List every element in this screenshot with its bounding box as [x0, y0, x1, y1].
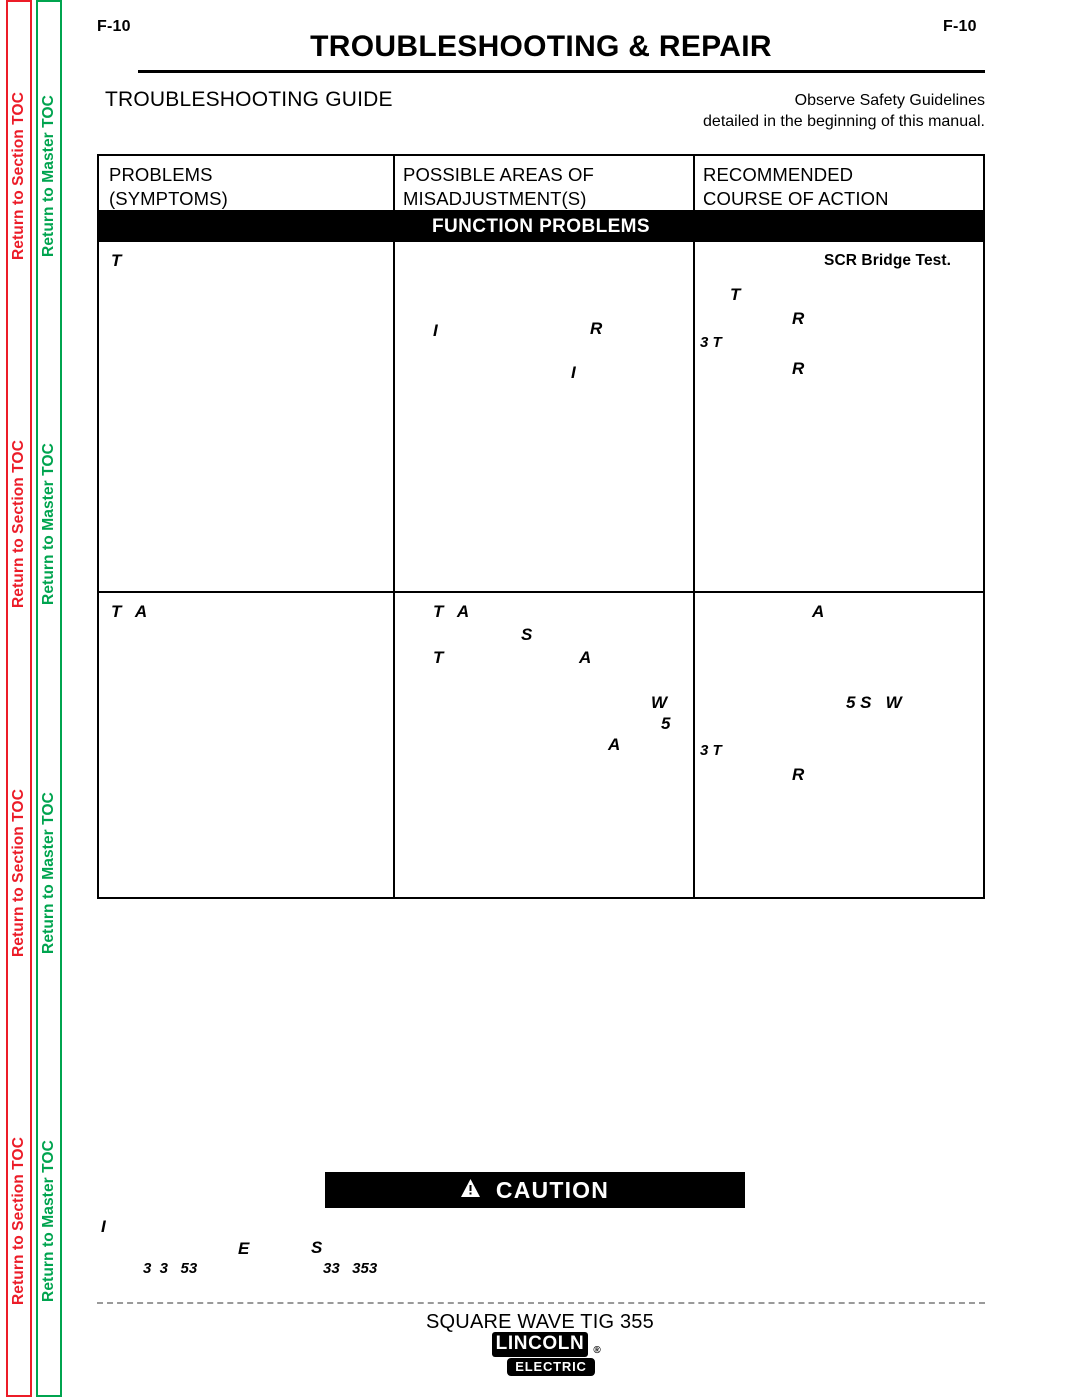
text-fragment: 3 3 53 — [143, 1260, 198, 1277]
text-fragment: T A — [111, 602, 148, 621]
column-header-course-of-action: RECOMMENDED COURSE OF ACTION — [703, 163, 889, 210]
return-to-master-toc-tab[interactable]: Return to Master TOC — [38, 699, 60, 1047]
return-to-master-toc-strip[interactable]: Return to Master TOC Return to Master TO… — [36, 0, 62, 1397]
column-header-line-1: PROBLEMS — [109, 164, 213, 185]
caution-banner: CAUTION — [325, 1172, 745, 1208]
text-fragment: I — [101, 1217, 106, 1236]
safety-note-line-2: detailed in the beginning of this manual… — [703, 113, 985, 131]
text-fragment: R — [792, 309, 805, 328]
column-header-line-1: RECOMMENDED — [703, 164, 854, 185]
table-row: T I R I SCR Bridge Test. T R 3 T R — [99, 242, 983, 593]
caution-label: CAUTION — [495, 1176, 610, 1203]
return-to-section-toc-tab[interactable]: Return to Section TOC — [8, 350, 30, 698]
section-band-function-problems: FUNCTION PROBLEMS — [99, 212, 983, 242]
text-fragment: T — [111, 251, 122, 270]
text-fragment: A — [812, 602, 825, 621]
return-to-section-toc-label: Return to Section TOC — [10, 788, 27, 957]
lincoln-electric-logo: LINCOLN ® ELECTRIC — [474, 1332, 606, 1376]
text-fragment: W — [651, 693, 668, 712]
text-fragment: T A — [433, 602, 470, 621]
return-to-master-toc-tab[interactable]: Return to Master TOC — [38, 350, 60, 698]
return-to-master-toc-label: Return to Master TOC — [40, 791, 57, 954]
return-to-section-toc-tab[interactable]: Return to Section TOC — [8, 2, 30, 350]
return-to-master-toc-label: Return to Master TOC — [40, 95, 57, 258]
column-divider — [693, 242, 695, 591]
return-to-section-toc-label: Return to Section TOC — [10, 440, 27, 609]
column-header-line-2: (SYMPTOMS) — [109, 187, 228, 209]
safety-note-line-1: Observe Safety Guidelines — [794, 92, 985, 109]
text-fragment: I — [433, 321, 438, 340]
section-band-label: FUNCTION PROBLEMS — [432, 216, 650, 237]
return-to-master-toc-tab[interactable]: Return to Master TOC — [38, 2, 60, 350]
warning-triangle-icon — [460, 1179, 480, 1201]
return-to-section-toc-label: Return to Section TOC — [10, 1136, 27, 1305]
scr-bridge-test-note: SCR Bridge Test. — [824, 252, 952, 269]
return-to-master-toc-label: Return to Master TOC — [40, 443, 57, 606]
return-to-section-toc-label: Return to Section TOC — [10, 92, 27, 261]
text-fragment: A — [608, 735, 621, 754]
manual-page: Return to Section TOC Return to Section … — [0, 0, 1080, 1397]
text-fragment: 5 S W — [846, 693, 902, 712]
text-fragment: R — [792, 359, 805, 378]
text-fragment: E — [238, 1239, 250, 1258]
return-to-master-toc-tab[interactable]: Return to Master TOC — [38, 1047, 60, 1395]
text-fragment: T — [730, 285, 741, 304]
column-divider — [393, 242, 395, 591]
logo-electric-text: ELECTRIC — [507, 1358, 595, 1376]
column-header-misadjustments: POSSIBLE AREAS OF MISADJUSTMENT(S) — [403, 163, 594, 210]
text-fragment: R — [792, 765, 805, 784]
registered-trademark-icon: ® — [593, 1345, 602, 1356]
model-name: SQUARE WAVE TIG 355 — [426, 1311, 654, 1333]
footer-divider — [97, 1302, 985, 1304]
column-divider — [693, 156, 695, 210]
return-to-section-toc-tab[interactable]: Return to Section TOC — [8, 699, 30, 1047]
column-header-problems: PROBLEMS (SYMPTOMS) — [109, 163, 228, 210]
troubleshooting-guide-label: TROUBLESHOOTING GUIDE — [105, 88, 393, 111]
safety-note: Observe Safety Guidelines detailed in th… — [565, 90, 985, 133]
text-fragment: T — [433, 648, 444, 667]
column-header-line-2: MISADJUSTMENT(S) — [403, 187, 587, 209]
table-row: T A T A S T A W 5 A A 5 S W 3 T R — [99, 593, 983, 897]
text-fragment: A — [579, 648, 592, 667]
text-fragment: 3 T — [700, 742, 722, 759]
column-header-line-2: COURSE OF ACTION — [703, 187, 889, 209]
troubleshooting-table: PROBLEMS (SYMPTOMS) POSSIBLE AREAS OF MI… — [97, 154, 985, 899]
logo-lincoln-text: LINCOLN — [495, 1333, 585, 1354]
table-header-row: PROBLEMS (SYMPTOMS) POSSIBLE AREAS OF MI… — [99, 156, 983, 212]
return-to-section-toc-strip[interactable]: Return to Section TOC Return to Section … — [6, 0, 32, 1397]
text-fragment: 33 353 — [323, 1260, 378, 1277]
logo-lincoln-wordmark: LINCOLN ® — [491, 1332, 601, 1357]
text-fragment: R — [590, 319, 603, 338]
title-divider — [138, 70, 985, 73]
text-fragment: 5 — [661, 714, 671, 733]
page-title: TROUBLESHOOTING & REPAIR — [310, 30, 772, 63]
text-fragment: S — [311, 1238, 323, 1257]
column-divider — [393, 156, 395, 210]
column-divider — [393, 593, 395, 897]
column-divider — [693, 593, 695, 897]
return-to-master-toc-label: Return to Master TOC — [40, 1139, 57, 1302]
text-fragment: I — [571, 363, 576, 382]
text-fragment: 3 T — [700, 334, 722, 351]
return-to-section-toc-tab[interactable]: Return to Section TOC — [8, 1047, 30, 1395]
text-fragment: S — [521, 625, 533, 644]
column-header-line-1: POSSIBLE AREAS OF — [403, 164, 594, 185]
